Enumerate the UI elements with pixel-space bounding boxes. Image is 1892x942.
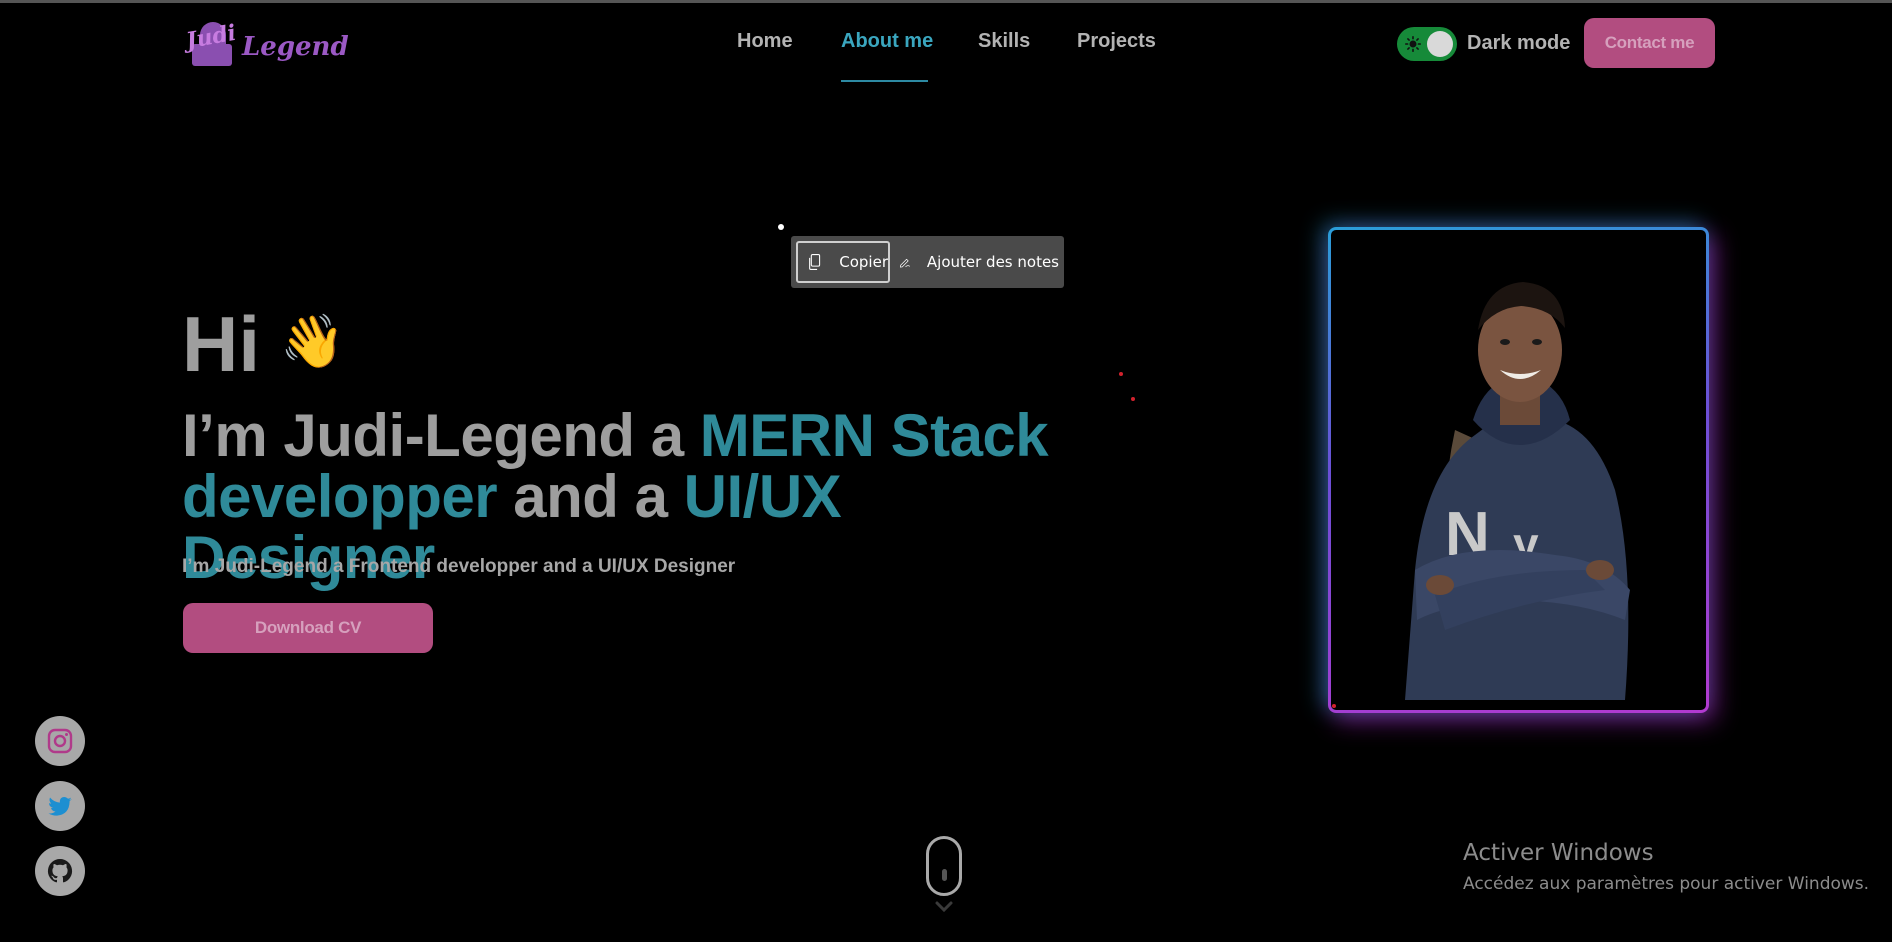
scroll-down-mouse-icon[interactable] [926, 836, 962, 896]
site-logo[interactable]: Judi Legend [182, 16, 349, 72]
chevron-down-icon [935, 901, 953, 913]
logo-wordmark: Legend [242, 32, 349, 62]
pen-icon [899, 258, 911, 268]
selection-cursor-dot [778, 224, 784, 230]
nav-active-underline [841, 80, 928, 82]
logo-mark: Judi [184, 18, 238, 66]
windows-activation-subtitle: Accédez aux paramètres pour activer Wind… [1463, 874, 1870, 894]
copy-button[interactable]: Copier [796, 241, 890, 283]
selection-context-menu: Copier Ajouter des notes [791, 236, 1064, 288]
nav-item-about-me[interactable]: About me [841, 30, 933, 53]
add-notes-button[interactable]: Ajouter des notes [891, 241, 1059, 283]
nav-item-home[interactable]: Home [737, 30, 793, 53]
decor-red-dot [1332, 704, 1336, 708]
waving-hand-icon: 👋 [280, 312, 345, 372]
twitter-icon [48, 797, 72, 816]
mouse-wheel [942, 869, 947, 881]
profile-photo-frame: N y [1328, 227, 1709, 713]
profile-photo: N y [1405, 282, 1630, 700]
window-top-border [0, 0, 1892, 3]
nav-item-skills[interactable]: Skills [978, 30, 1030, 53]
copy-label: Copier [839, 253, 888, 271]
instagram-link[interactable] [35, 716, 85, 766]
sun-icon [1405, 36, 1421, 52]
contact-button[interactable]: Contact me [1584, 18, 1715, 68]
download-cv-button[interactable]: Download CV [183, 603, 433, 653]
dark-mode-toggle[interactable] [1397, 27, 1457, 61]
github-icon [47, 858, 73, 883]
hero-subtitle: I’m Judi-Legend a Frontend developper an… [182, 556, 736, 577]
windows-activation-title: Activer Windows [1463, 840, 1654, 866]
nav-item-projects[interactable]: Projects [1077, 30, 1156, 53]
github-link[interactable] [35, 846, 85, 896]
twitter-link[interactable] [35, 781, 85, 831]
add-notes-label: Ajouter des notes [926, 253, 1059, 271]
hero-greeting: Hi [182, 300, 260, 388]
headline-text: I’m Judi-Legend a [182, 402, 700, 469]
toggle-knob [1427, 31, 1453, 57]
dark-mode-label: Dark mode [1467, 32, 1571, 54]
copy-icon [809, 254, 821, 270]
decor-red-dot [1119, 372, 1123, 376]
instagram-icon [47, 728, 73, 754]
headline-text: and a [497, 463, 684, 530]
decor-red-dot [1131, 397, 1135, 401]
